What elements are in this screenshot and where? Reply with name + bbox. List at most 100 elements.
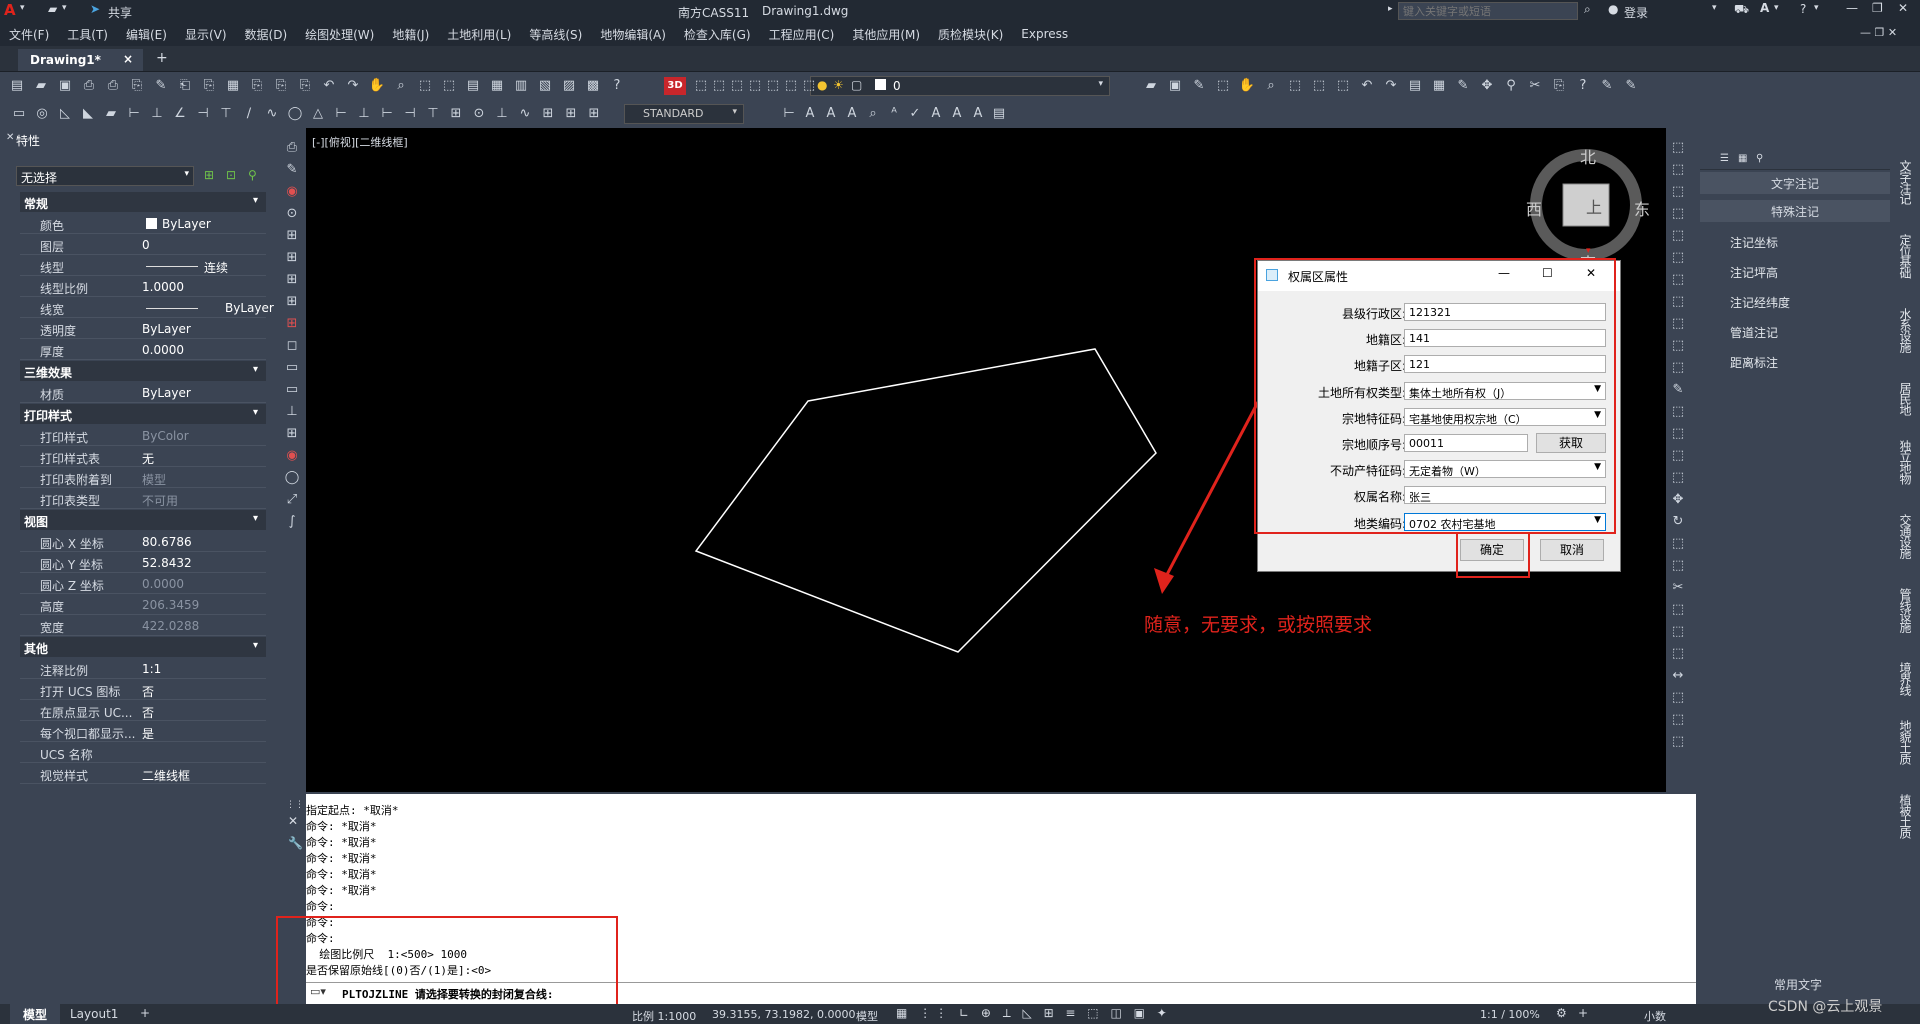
category-tab[interactable]: 定位基础: [1892, 234, 1914, 278]
grip-icon[interactable]: ⋮⋮: [286, 800, 304, 810]
drafting-tool-icon[interactable]: ⊤: [217, 106, 235, 122]
draw-tool-icon[interactable]: ⊞: [283, 228, 301, 244]
edit-tool-icon[interactable]: ⬚: [1669, 426, 1687, 442]
toolbar-tool-icon[interactable]: ▦: [488, 78, 506, 94]
property-row[interactable]: 打印表附着到 模型: [20, 468, 266, 488]
command-window-handle[interactable]: ⋮⋮ ✕ 🔧: [284, 800, 304, 860]
edit-tool-icon[interactable]: ⬚: [1669, 690, 1687, 706]
drafting-tool-icon[interactable]: ∠: [171, 106, 189, 122]
chevron-down-icon[interactable]: ▾: [253, 640, 258, 651]
field-select[interactable]: 集体土地所有权（J） ▼: [1404, 381, 1606, 400]
field-input[interactable]: 121: [1404, 355, 1606, 374]
draw-tool-icon[interactable]: ◯: [283, 470, 301, 486]
toolbar-tool-icon[interactable]: ⬚: [416, 78, 434, 94]
toolbar-tool-icon[interactable]: ▥: [512, 78, 530, 94]
annotation-item[interactable]: 注记坪高: [1730, 264, 1778, 281]
compass-west[interactable]: 西: [1526, 196, 1542, 220]
property-row[interactable]: 注释比例 1:1: [20, 659, 266, 679]
annotation-item[interactable]: 注记坐标: [1730, 234, 1778, 251]
drafting-tool-icon[interactable]: ◺: [56, 106, 74, 122]
toolbar-tool-icon[interactable]: ▦: [224, 78, 242, 94]
menu-item[interactable]: 编辑(E): [117, 26, 176, 43]
cart-icon[interactable]: ⛟: [1734, 2, 1749, 18]
draw-tool-icon[interactable]: ◻: [283, 338, 301, 354]
close-icon[interactable]: ✕: [1898, 1, 1908, 15]
category-tab[interactable]: 境界线: [1892, 662, 1914, 695]
edit-tool-icon[interactable]: ⬚: [1669, 250, 1687, 266]
drafting-tool-icon[interactable]: ⊢: [125, 106, 143, 122]
login-button[interactable]: 登录: [1624, 4, 1648, 21]
edit-tool-icon[interactable]: ⬚: [1669, 602, 1687, 618]
draw-tool-icon[interactable]: ⎙: [283, 140, 301, 156]
draw-tool-icon[interactable]: ⊞: [283, 294, 301, 310]
common-text-label[interactable]: 常用文字: [1774, 976, 1822, 993]
toolbar-tool-icon[interactable]: ⎘: [296, 78, 314, 94]
text-tool-icon[interactable]: ⌕: [864, 106, 882, 122]
close-icon[interactable]: ✕: [6, 132, 14, 143]
toolbar-tool-icon[interactable]: ⚲: [1502, 78, 1520, 94]
viewcube-top-label[interactable]: 上: [1586, 194, 1602, 218]
share-button[interactable]: 共享: [108, 4, 132, 21]
section-header[interactable]: 打印样式 ▾: [20, 404, 266, 424]
toolbar-tool-icon[interactable]: ▰: [1142, 78, 1160, 94]
toolbar-tool-icon[interactable]: ▦: [1430, 78, 1448, 94]
property-row[interactable]: 线宽 ByLayer: [20, 298, 274, 318]
toolbar-tool-icon[interactable]: ✋: [368, 78, 386, 94]
drafting-toggles[interactable]: ▦ ⋮⋮ ∟ ⊕ ⟂ ◺ ⊞ ≡ ⬚ ◫ ▣ ✦: [896, 1006, 1171, 1021]
toolbar-tool-icon[interactable]: ✎: [1454, 78, 1472, 94]
drafting-tool-icon[interactable]: ◯: [286, 106, 304, 122]
chevron-down-icon[interactable]: ▾: [1814, 3, 1819, 13]
command-icon[interactable]: ▭▾: [310, 985, 326, 998]
scale-readout[interactable]: 比例 1:1000: [632, 1008, 696, 1024]
edit-tool-icon[interactable]: ⬚: [1669, 184, 1687, 200]
toolbar-tool-icon[interactable]: ↷: [344, 78, 362, 94]
toolbar-tool-icon[interactable]: ✋: [1238, 78, 1256, 94]
units-readout[interactable]: 小数: [1644, 1008, 1666, 1024]
annotation-item[interactable]: 管道注记: [1730, 324, 1778, 341]
edit-tool-icon[interactable]: ⬚: [1669, 404, 1687, 420]
property-row[interactable]: 线型 连续: [20, 256, 266, 276]
plus-icon[interactable]: +: [1578, 1006, 1588, 1020]
property-row[interactable]: 打印表类型 不可用: [20, 489, 266, 509]
drafting-tool-icon[interactable]: ⊥: [493, 106, 511, 122]
annotation-item[interactable]: 距离标注: [1730, 354, 1778, 371]
toolbar-tool-icon[interactable]: ▤: [464, 78, 482, 94]
property-row[interactable]: 视觉样式 二维线框: [20, 764, 266, 784]
menu-item[interactable]: 质检模块(K): [929, 26, 1012, 43]
menu-item[interactable]: 土地利用(L): [438, 26, 520, 43]
close-tab-icon[interactable]: ×: [123, 52, 133, 66]
drafting-tool-icon[interactable]: △: [309, 106, 327, 122]
model-space-button[interactable]: 模型: [856, 1008, 878, 1024]
toolbar-tool-icon[interactable]: ▤: [1406, 78, 1424, 94]
search-input[interactable]: [1398, 2, 1578, 20]
edit-tool-icon[interactable]: ⬚: [1669, 624, 1687, 640]
property-row[interactable]: 圆心 Y 坐标 52.8432: [20, 553, 266, 573]
draw-tool-icon[interactable]: ⊞: [283, 426, 301, 442]
property-row[interactable]: 透明度 ByLayer: [20, 319, 266, 339]
pin-icon[interactable]: ⚲: [1756, 153, 1763, 164]
close-icon[interactable]: ✕: [1586, 266, 1596, 280]
drafting-tool-icon[interactable]: ⊤: [424, 106, 442, 122]
menu-item[interactable]: 文件(F): [0, 26, 58, 43]
app-logo-icon[interactable]: A: [4, 1, 16, 19]
draw-tool-icon[interactable]: ◉: [283, 448, 301, 464]
property-row[interactable]: 高度 206.3459: [20, 595, 266, 615]
property-row[interactable]: 打开 UCS 图标 否: [20, 680, 266, 700]
edit-tool-icon[interactable]: ⬚: [1669, 558, 1687, 574]
toolbar-tool-icon[interactable]: ⌕: [1262, 78, 1280, 94]
draw-tool-icon[interactable]: ◉: [283, 184, 301, 200]
toolbar-tool-icon[interactable]: ▨: [560, 78, 578, 94]
field-select[interactable]: 0702 农村宅基地 ▼: [1404, 512, 1606, 531]
edit-tool-icon[interactable]: ⬚: [1669, 712, 1687, 728]
drafting-tool-icon[interactable]: ⊢: [378, 106, 396, 122]
toolbar-tool-icon[interactable]: ▰: [32, 78, 50, 94]
drafting-tool-icon[interactable]: ⊞: [562, 106, 580, 122]
list-icon[interactable]: ☰: [1720, 153, 1729, 164]
quick-select-icon[interactable]: ⚲: [248, 168, 257, 182]
drafting-tool-icon[interactable]: ⊞: [585, 106, 603, 122]
annotation-item[interactable]: 注记经纬度: [1730, 294, 1790, 311]
toolbar-tool-icon[interactable]: ⬚: [1214, 78, 1232, 94]
drafting-tool-icon[interactable]: ▰: [102, 106, 120, 122]
menu-item[interactable]: 显示(V): [176, 26, 236, 43]
tab-drawing1[interactable]: Drawing1* ×: [18, 49, 143, 71]
